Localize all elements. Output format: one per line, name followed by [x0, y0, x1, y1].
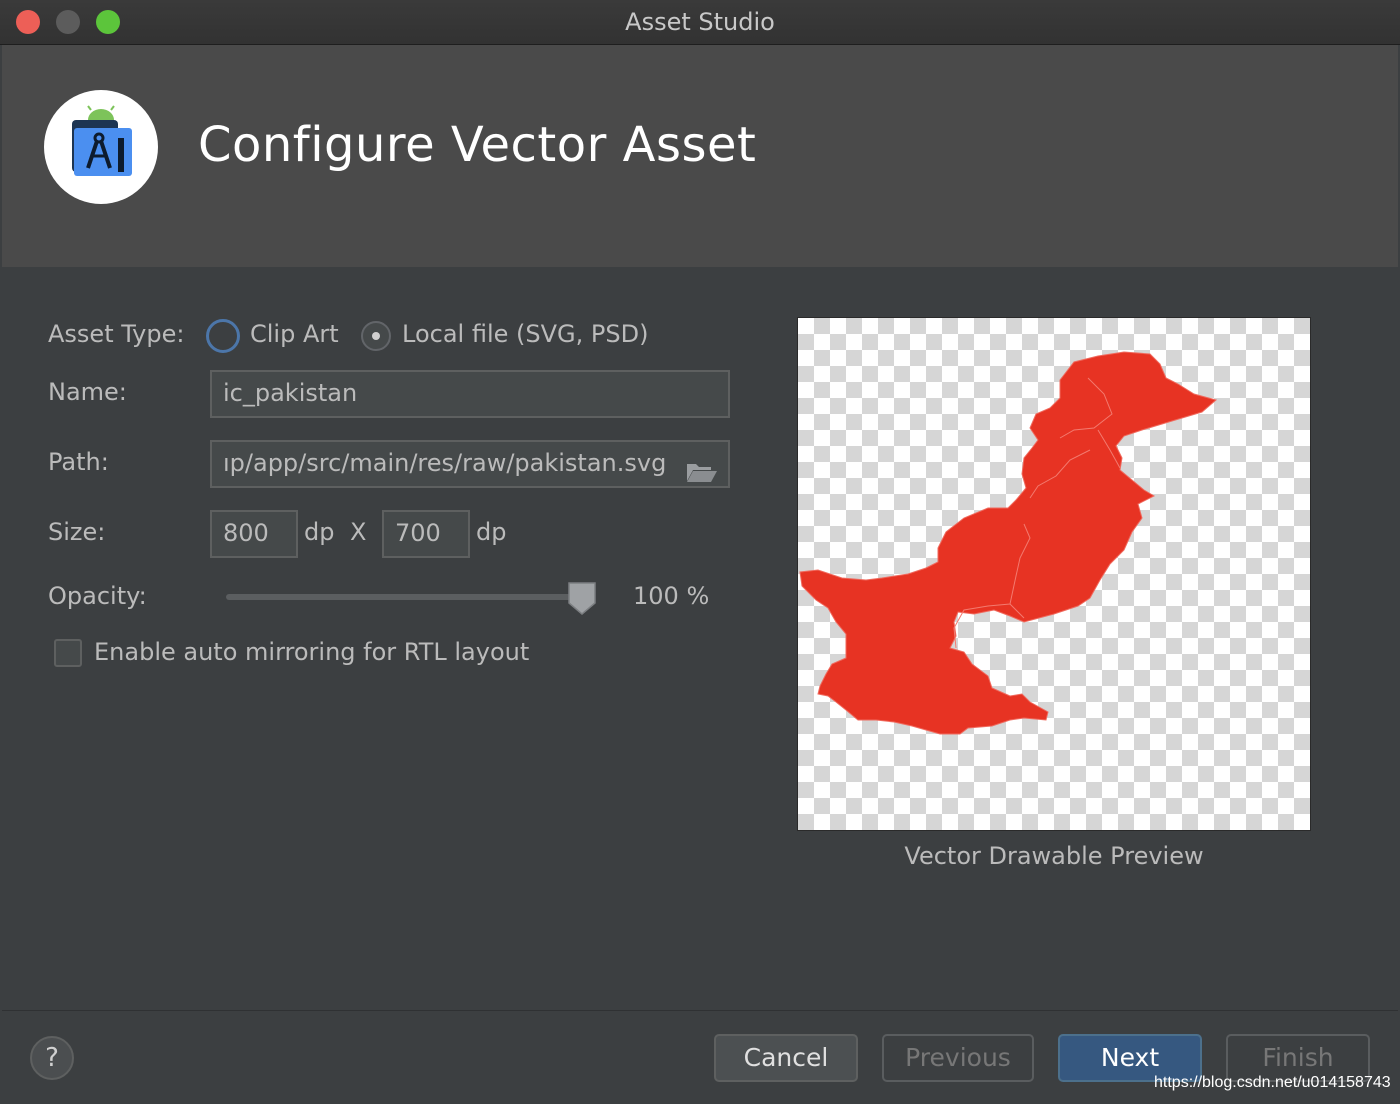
- name-label: Name:: [48, 378, 127, 406]
- local-file-radio-label[interactable]: Local file (SVG, PSD): [402, 320, 648, 348]
- opacity-slider-track[interactable]: [226, 594, 582, 600]
- watermark-text: https://blog.csdn.net/u014158743: [1154, 1074, 1391, 1091]
- name-input[interactable]: ic_pakistan: [210, 370, 730, 418]
- window-title: Asset Studio: [625, 8, 775, 36]
- pakistan-map-graphic: [799, 351, 1218, 735]
- size-label: Size:: [48, 518, 106, 546]
- size-separator: X: [350, 518, 367, 546]
- width-input[interactable]: 800: [210, 510, 298, 558]
- android-studio-icon: [44, 90, 158, 204]
- footer-divider: [2, 1010, 1398, 1011]
- cancel-button[interactable]: Cancel: [714, 1034, 858, 1082]
- opacity-label: Opacity:: [48, 582, 147, 610]
- asset-studio-window: Asset Studio Configure Vector Asset Asse…: [0, 0, 1400, 1104]
- title-bar[interactable]: Asset Studio: [0, 0, 1400, 45]
- vector-drawable-preview: [797, 317, 1311, 831]
- auto-mirroring-label[interactable]: Enable auto mirroring for RTL layout: [94, 638, 529, 666]
- asset-type-label: Asset Type:: [48, 320, 185, 348]
- clip-art-radio[interactable]: [206, 319, 240, 353]
- wizard-header: Configure Vector Asset: [2, 45, 1398, 267]
- previous-button[interactable]: Previous: [882, 1034, 1034, 1082]
- opacity-slider-thumb[interactable]: [567, 581, 597, 615]
- height-unit: dp: [476, 518, 507, 546]
- path-label: Path:: [48, 448, 109, 476]
- help-button[interactable]: ?: [30, 1036, 74, 1080]
- height-input[interactable]: 700: [382, 510, 470, 558]
- clip-art-radio-label[interactable]: Clip Art: [250, 320, 339, 348]
- radio-selected-dot: [372, 332, 380, 340]
- page-title: Configure Vector Asset: [198, 117, 757, 173]
- width-unit: dp: [304, 518, 335, 546]
- folder-open-icon[interactable]: [686, 454, 718, 482]
- path-value: ıp/app/src/main/res/raw/pakistan.svg: [223, 449, 667, 477]
- opacity-value: 100 %: [633, 582, 710, 610]
- preview-caption: Vector Drawable Preview: [904, 842, 1204, 870]
- path-input[interactable]: ıp/app/src/main/res/raw/pakistan.svg: [210, 440, 730, 488]
- local-file-radio[interactable]: [361, 321, 391, 351]
- auto-mirroring-checkbox[interactable]: [54, 639, 82, 667]
